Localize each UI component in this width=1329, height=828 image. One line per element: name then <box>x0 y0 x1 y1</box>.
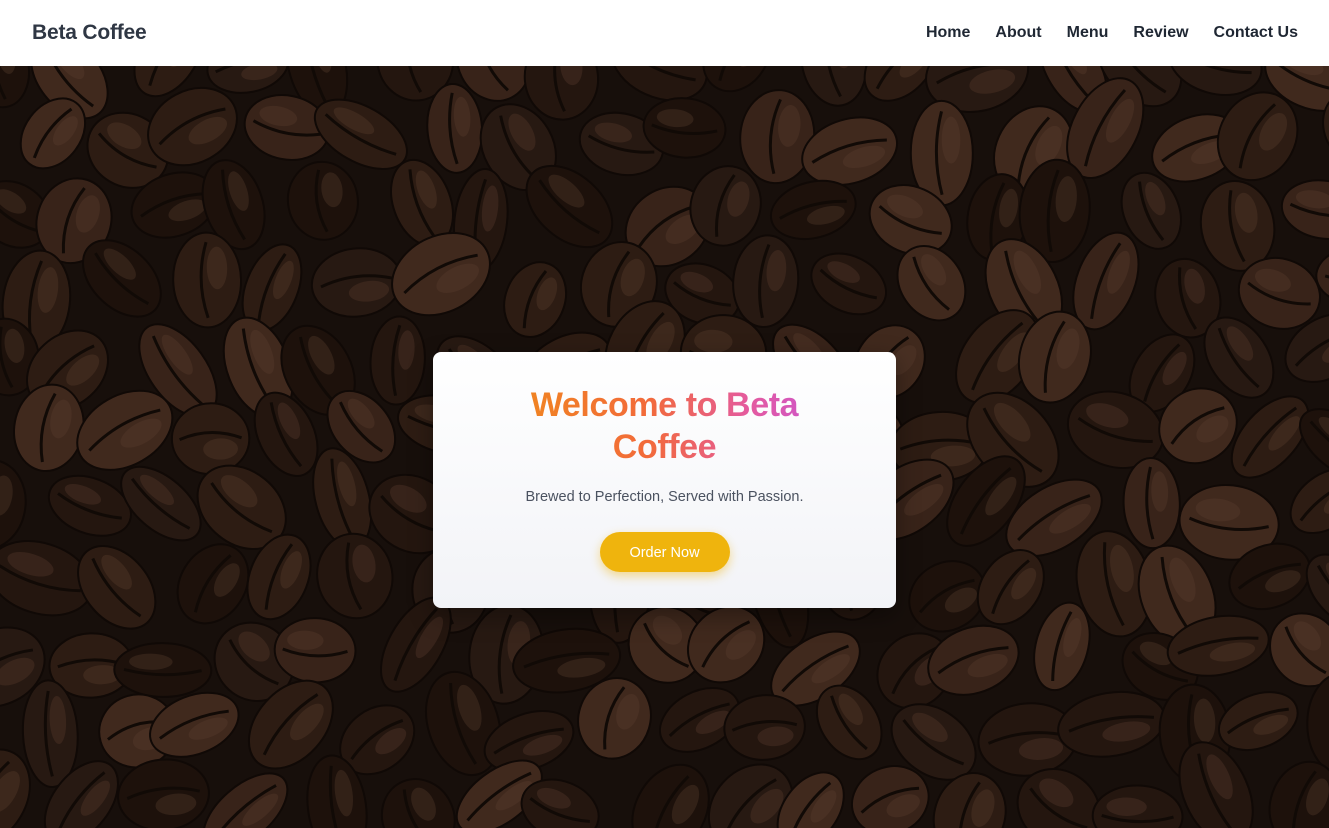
order-now-button[interactable]: Order Now <box>599 532 730 572</box>
brand-logo[interactable]: Beta Coffee <box>32 21 147 45</box>
welcome-card: Welcome to Beta Coffee Brewed to Perfect… <box>433 352 896 608</box>
nav-link-contact-us[interactable]: Contact Us <box>1214 24 1298 42</box>
nav-link-home[interactable]: Home <box>926 24 970 42</box>
hero-title: Welcome to Beta Coffee <box>495 384 835 468</box>
hero-subtitle: Brewed to Perfection, Served with Passio… <box>525 489 804 505</box>
hero-section: Welcome to Beta Coffee Brewed to Perfect… <box>0 66 1329 828</box>
nav-menu: Home About Menu Review Contact Us <box>926 24 1298 42</box>
nav-link-menu[interactable]: Menu <box>1067 24 1109 42</box>
nav-link-review[interactable]: Review <box>1133 24 1188 42</box>
nav-link-about[interactable]: About <box>995 24 1041 42</box>
navbar: Beta Coffee Home About Menu Review Conta… <box>0 0 1329 66</box>
